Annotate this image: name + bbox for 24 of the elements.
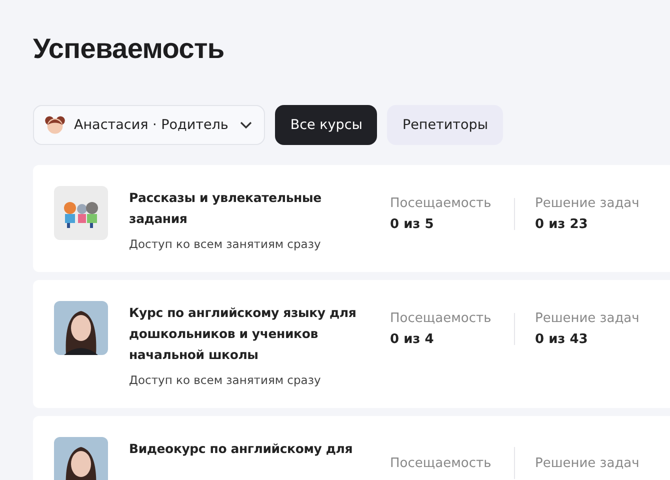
caret-icon xyxy=(240,121,252,129)
stat-label: Посещаемость xyxy=(390,196,492,211)
stat-label: Посещаемость xyxy=(390,311,492,326)
course-card[interactable]: Видеокурс по английскому для Посещаемость Решение задач xyxy=(33,416,670,480)
course-title: Курс по английскому языку для дошкольников и учеников начальной школы xyxy=(129,304,358,364)
stat-label: Посещаемость xyxy=(390,456,492,470)
stat-label: Решение задач xyxy=(535,456,640,470)
course-card[interactable]: Рассказы и увлекательные задания Доступ ко всем занятиям сразу Посещаемость 0 из 5 Решение задач 0 из 23 xyxy=(33,165,670,272)
profile-selector[interactable]: Анастасия · Родитель xyxy=(33,105,266,145)
avatar-icon xyxy=(44,114,66,136)
stat-value: 0 из 5 xyxy=(390,217,435,232)
stat-value: 0 из 43 xyxy=(535,332,589,347)
filter-tab[interactable]: Репетиторы xyxy=(387,105,504,145)
page-title: Успеваемость xyxy=(33,33,226,66)
stat-value: 0 из 4 xyxy=(390,332,435,347)
course-title: Видеокурс по английскому для xyxy=(129,440,354,458)
course-title: Рассказы и увлекательные задания xyxy=(129,189,322,228)
stat-label: Решение задач xyxy=(535,196,640,211)
stat-label: Решение задач xyxy=(535,311,640,326)
course-card[interactable]: Курс по английскому языку для дошкольников и учеников начальной школы Доступ ко всем занятиям сразу Посещаемость 0 из 4 Решение задач 0 из 43 xyxy=(33,280,670,408)
filter-tab[interactable]: Все курсы xyxy=(275,105,378,145)
stat-value: 0 из 23 xyxy=(535,217,589,232)
access-note: Доступ ко всем занятиям сразу xyxy=(129,237,322,251)
access-note: Доступ ко всем занятиям сразу xyxy=(129,373,322,387)
